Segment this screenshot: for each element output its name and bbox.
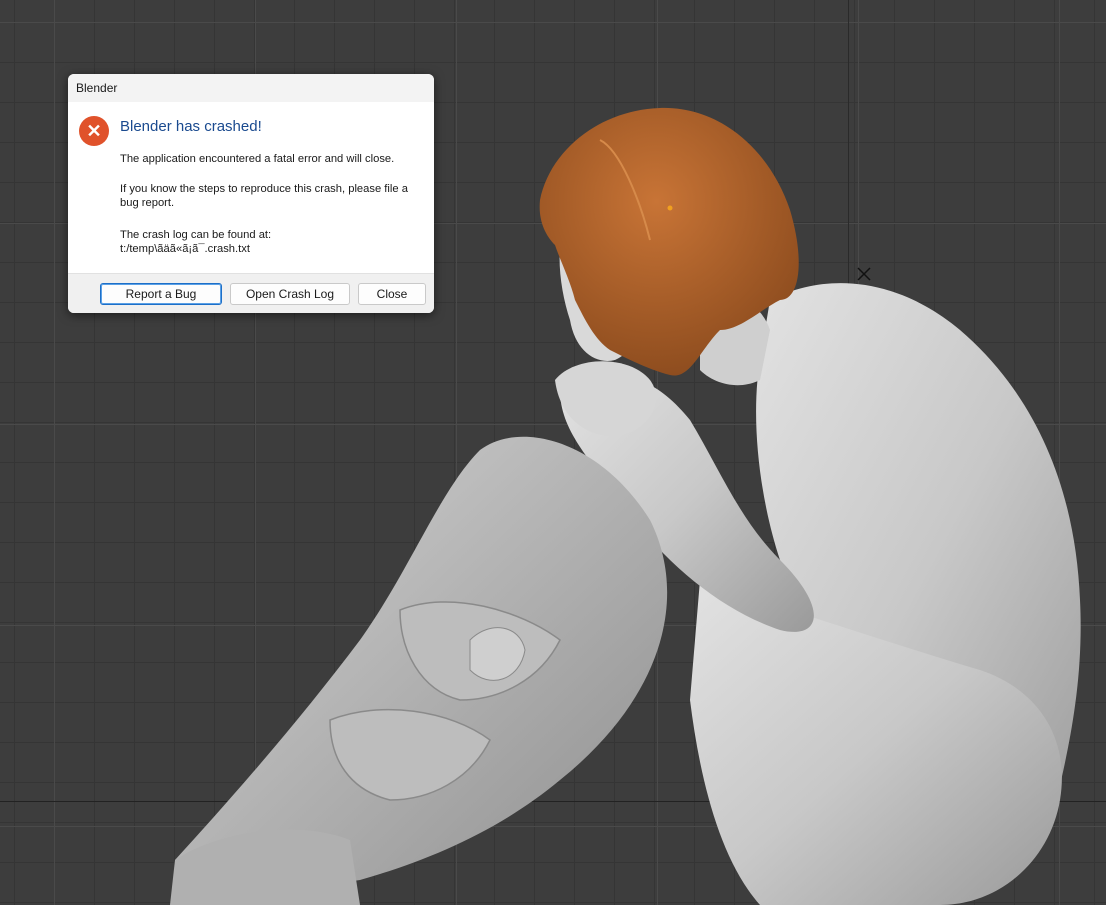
crash-log-label: The crash log can be found at:	[120, 229, 272, 241]
dialog-body: ✕ Blender has crashed! The application e…	[68, 102, 434, 273]
dialog-message-fatal: The application encountered a fatal erro…	[120, 153, 395, 165]
crash-log-path: t:/temp\ãäã«ã¡ã¯.crash.txt	[120, 243, 250, 255]
report-bug-button[interactable]: Report a Bug	[100, 283, 222, 305]
dialog-footer: Report a Bug Open Crash Log Close	[68, 273, 434, 313]
origin-point	[667, 205, 673, 211]
dialog-heading: Blender has crashed!	[120, 118, 262, 135]
dialog-window-title: Blender	[76, 81, 118, 95]
open-crash-log-button[interactable]: Open Crash Log	[230, 283, 350, 305]
close-button[interactable]: Close	[358, 283, 426, 305]
dialog-message-bug-report: If you know the steps to reproduce this …	[120, 183, 408, 209]
dialog-message-crash-log: The crash log can be found at: t:/temp\ã…	[120, 228, 428, 256]
3d-cursor-icon	[857, 267, 871, 281]
crash-dialog: Blender ✕ Blender has crashed! The appli…	[68, 74, 434, 313]
dialog-titlebar[interactable]: Blender	[68, 74, 434, 102]
error-icon: ✕	[79, 116, 109, 146]
